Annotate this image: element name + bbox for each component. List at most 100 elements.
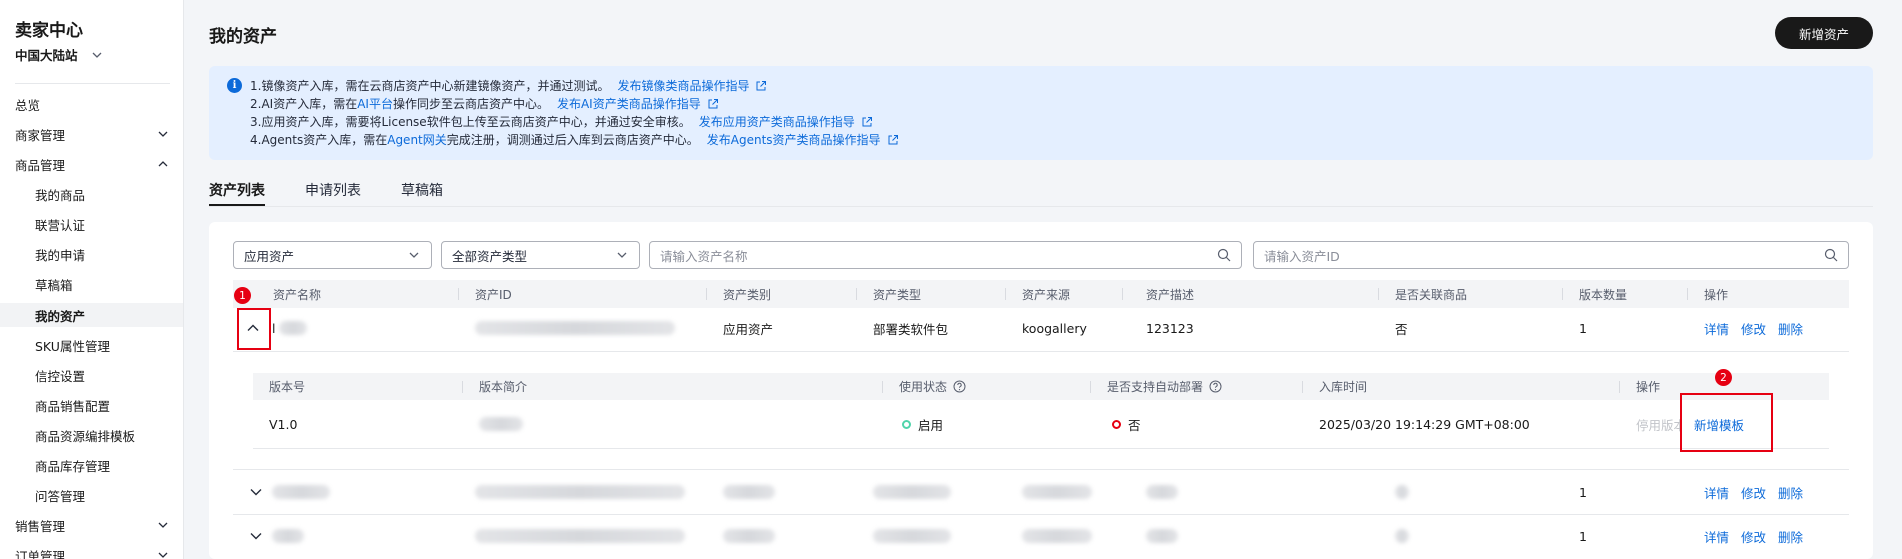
- col-separator: [1090, 381, 1091, 393]
- cell-entry-time: 2025/03/20 19:14:29 GMT+08:00: [1319, 416, 1530, 432]
- sidebar-item-sales-config[interactable]: 商品销售配置: [35, 393, 170, 417]
- chevron-down-icon[interactable]: [248, 484, 264, 500]
- region-selector[interactable]: 中国大陆站: [15, 45, 104, 64]
- col-linked: 是否关联商品: [1395, 287, 1468, 302]
- cell-asset-type: 部署类软件包: [873, 321, 949, 337]
- asset-category-select[interactable]: 应用资产: [233, 241, 432, 269]
- delete-link[interactable]: 删除: [1778, 527, 1803, 546]
- sidebar-item-credit[interactable]: 信控设置: [35, 363, 170, 387]
- col-separator: [1619, 381, 1620, 393]
- search-icon[interactable]: [1217, 248, 1231, 262]
- chevron-down-icon: [158, 522, 168, 528]
- notice-guide-link[interactable]: 发布镜像类商品操作指导: [617, 77, 749, 94]
- redacted-text: [723, 485, 775, 499]
- detail-link[interactable]: 详情: [1704, 319, 1729, 338]
- external-link-icon: [862, 116, 872, 126]
- delete-link[interactable]: 删除: [1778, 483, 1803, 502]
- notice-guide-link[interactable]: 发布Agents资产类商品操作指导: [707, 131, 881, 148]
- redacted-text: [1395, 529, 1409, 543]
- col-separator: [706, 288, 707, 300]
- notice-text: 4.Agents资产入库，需在: [250, 133, 388, 147]
- redacted-text: [279, 321, 308, 335]
- asset-name-text: l: [272, 320, 276, 336]
- notice-guide-link[interactable]: 发布AI资产类商品操作指导: [557, 95, 701, 112]
- tab-bar: 资产列表 申请列表 草稿箱: [209, 180, 443, 206]
- search-placeholder: 请输入资产名称: [660, 248, 748, 264]
- search-placeholder: 请输入资产ID: [1264, 248, 1340, 264]
- sidebar-item-inventory[interactable]: 商品库存管理: [35, 453, 170, 477]
- cell-version-intro: [479, 414, 523, 434]
- sidebar-item-label: 销售管理: [15, 518, 66, 534]
- sidebar-item-my-applications[interactable]: 我的申请: [35, 242, 170, 266]
- status-text: 启用: [918, 417, 944, 433]
- cell-actions: 详情 修改 删除: [1704, 526, 1803, 546]
- ai-platform-link[interactable]: AI平台: [357, 95, 393, 112]
- asset-name-search[interactable]: 请输入资产名称: [649, 241, 1242, 269]
- sidebar-item-orders[interactable]: 订单管理: [15, 543, 170, 559]
- col-separator: [1302, 381, 1303, 393]
- tab-asset-list[interactable]: 资产列表: [209, 180, 265, 206]
- detail-link[interactable]: 详情: [1704, 527, 1729, 546]
- cell-asset-id: [475, 526, 685, 546]
- tab-drafts[interactable]: 草稿箱: [401, 180, 443, 206]
- agent-gateway-link[interactable]: Agent网关: [387, 131, 447, 148]
- help-icon[interactable]: [953, 380, 966, 393]
- notice-guide-link[interactable]: 发布应用资产类商品操作指导: [699, 113, 855, 130]
- chevron-down-icon[interactable]: [248, 528, 264, 544]
- cell-actions: 详情 修改 删除: [1704, 482, 1803, 502]
- sidebar-item-product[interactable]: 商品管理: [15, 152, 170, 176]
- callout-badge: 2: [1715, 369, 1732, 386]
- sidebar-item-resource-template[interactable]: 商品资源编排模板: [35, 423, 170, 447]
- sidebar-item-sku[interactable]: SKU属性管理: [35, 333, 170, 357]
- external-link-icon: [756, 80, 767, 90]
- disable-version-link[interactable]: 停用版本: [1636, 414, 1680, 434]
- edit-link[interactable]: 修改: [1741, 319, 1766, 338]
- cell-actions: 详情 修改 删除: [1704, 318, 1803, 338]
- sidebar-item-label: 商品库存管理: [35, 458, 111, 474]
- tab-application-list[interactable]: 申请列表: [305, 180, 361, 206]
- notice-line: 2.AI资产入库，需在 AI平台 操作同步至云商店资产中心。 发布AI资产类商品操作…: [250, 95, 719, 112]
- redacted-text: [1395, 485, 1409, 499]
- asset-id-search[interactable]: 请输入资产ID: [1253, 241, 1849, 269]
- sidebar-item-drafts[interactable]: 草稿箱: [35, 272, 170, 296]
- sidebar-item-label: 总览: [15, 97, 41, 113]
- sidebar: 卖家中心 中国大陆站 总览 商家管理 商品管理 我的商品 联营认证 我的申请 草…: [0, 0, 184, 559]
- col-asset-type: 资产类型: [873, 287, 922, 302]
- col-separator: [462, 381, 463, 393]
- search-icon[interactable]: [1824, 248, 1838, 262]
- status-enabled-icon: [902, 419, 911, 429]
- sidebar-item-sales[interactable]: 销售管理: [15, 513, 170, 537]
- redacted-text: [1146, 529, 1178, 543]
- sidebar-item-overview[interactable]: 总览: [15, 92, 170, 116]
- cell-asset-id: [475, 318, 675, 338]
- cell-asset-desc: [1146, 526, 1178, 546]
- sidebar-item-merchant[interactable]: 商家管理: [15, 122, 170, 146]
- edit-link[interactable]: 修改: [1741, 483, 1766, 502]
- chevron-up-icon: [158, 161, 168, 167]
- sidebar-item-label: 我的资产: [35, 308, 86, 324]
- cell-linked: [1395, 482, 1409, 502]
- sidebar-item-label: 商品资源编排模板: [35, 428, 136, 444]
- cell-auto-deploy: 否: [1112, 414, 1141, 434]
- help-icon[interactable]: [1209, 380, 1222, 393]
- asset-type-select[interactable]: 全部资产类型: [441, 241, 640, 269]
- sidebar-item-my-products[interactable]: 我的商品: [35, 182, 170, 206]
- asset-table-header: 资产名称 资产ID 资产类别 资产类型 资产来源 资产描述 是否关联商品 版本数…: [233, 280, 1849, 308]
- sidebar-item-my-assets[interactable]: 我的资产: [35, 303, 170, 327]
- cell-asset-desc: [1146, 482, 1178, 502]
- detail-link[interactable]: 详情: [1704, 483, 1729, 502]
- callout-badge: 1: [234, 287, 251, 304]
- cell-asset-name: l: [272, 318, 308, 338]
- status-text: 否: [1128, 417, 1141, 433]
- col-asset-category: 资产类别: [723, 287, 772, 302]
- delete-link[interactable]: 删除: [1778, 319, 1803, 338]
- col-separator: [856, 288, 857, 300]
- col-version: 版本号: [269, 380, 306, 394]
- new-asset-button[interactable]: 新增资产: [1775, 17, 1873, 49]
- sidebar-item-qa[interactable]: 问答管理: [35, 483, 170, 507]
- sidebar-item-joint-cert[interactable]: 联营认证: [35, 212, 170, 236]
- cell-asset-name: [272, 482, 330, 502]
- sidebar-title: 卖家中心: [15, 21, 83, 41]
- edit-link[interactable]: 修改: [1741, 527, 1766, 546]
- redacted-text: [272, 529, 304, 543]
